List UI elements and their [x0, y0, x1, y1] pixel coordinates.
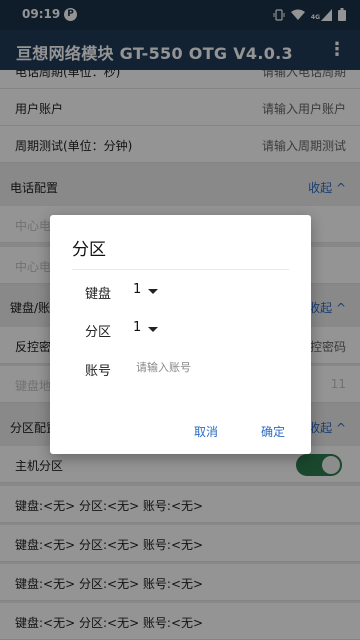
dropdown-arrow-icon: [148, 289, 158, 294]
dialog-title: 分区: [72, 240, 106, 260]
keyboard-label: 键盘: [85, 287, 112, 302]
dialog-divider: [72, 269, 289, 270]
partition-label: 分区: [85, 325, 112, 340]
cancel-button[interactable]: 取消: [194, 423, 218, 440]
dropdown-arrow-icon: [148, 327, 158, 332]
partition-dialog: 分区 键盘 1 分区 1 账号 取消 确定: [50, 215, 311, 454]
partition-value: 1: [133, 320, 142, 335]
keyboard-value: 1: [133, 282, 142, 297]
account-label: 账号: [85, 364, 112, 379]
account-input[interactable]: [136, 361, 276, 374]
confirm-button[interactable]: 确定: [261, 423, 285, 440]
